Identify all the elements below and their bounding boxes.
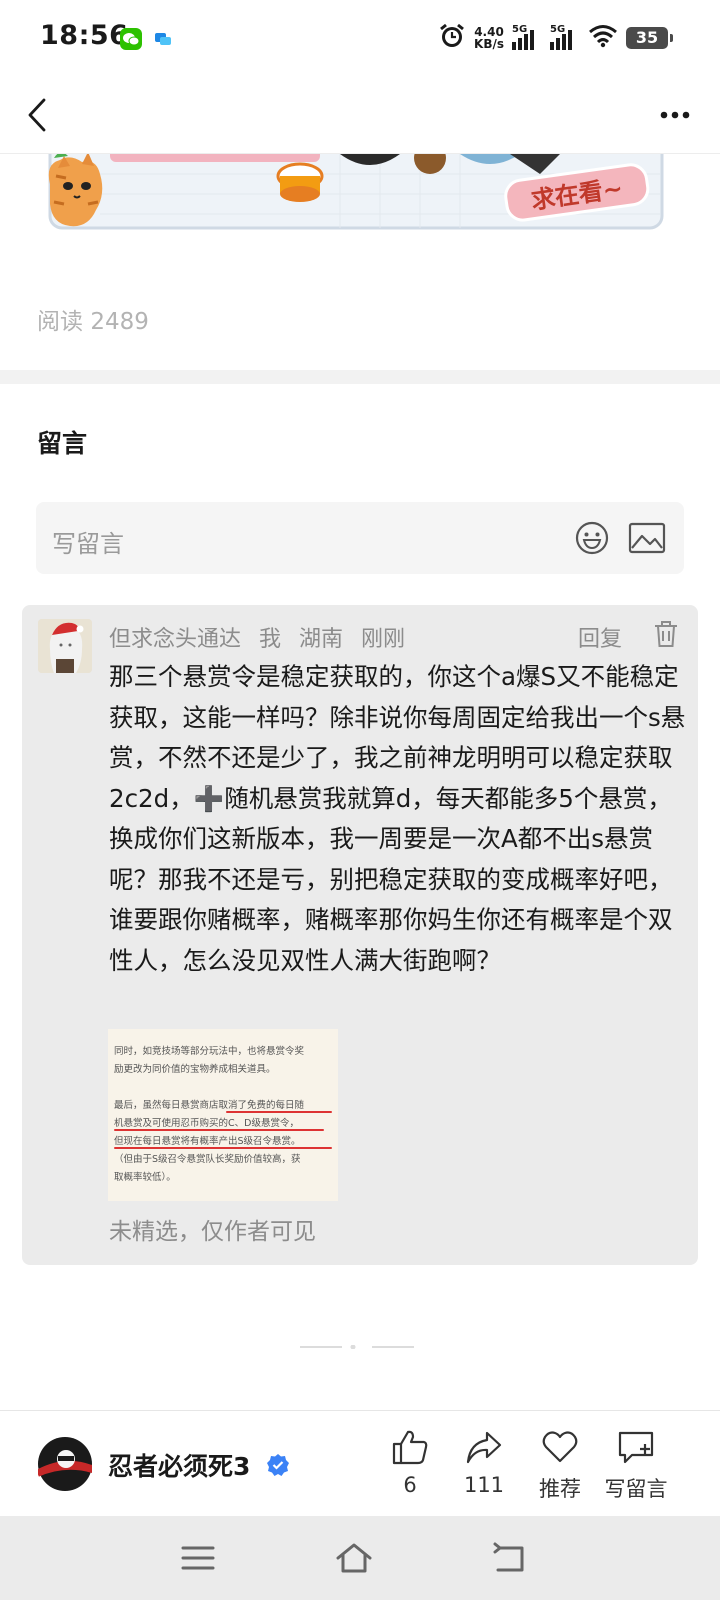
comment-text: 那三个悬赏令是稳定获取的，你这个a爆S又不能稳定获取，这能一样吗？除非说你每周固…	[109, 662, 686, 975]
write-comment-label: 写留言	[604, 1477, 668, 1501]
emoji-button[interactable]	[574, 520, 610, 556]
like-button[interactable]: 6	[370, 1429, 450, 1497]
author-bar: 忍者必须死3 6 111 推荐 写留言	[0, 1410, 720, 1516]
image-text-line: 机悬赏及可使用忍币购买的C、D级悬赏令，	[114, 1118, 299, 1129]
comment-input-placeholder: 写留言	[52, 530, 124, 558]
thumbs-up-icon	[392, 1430, 428, 1465]
signal-icon: 5G	[550, 24, 580, 50]
more-button[interactable]	[648, 98, 702, 132]
share-icon	[466, 1431, 502, 1464]
home-icon	[336, 1543, 372, 1573]
back-arrow-icon	[493, 1542, 524, 1572]
net-speed-unit: KB/s	[474, 37, 504, 51]
sim2-label: 5G	[550, 24, 566, 35]
red-underline	[114, 1147, 332, 1149]
comment-time: 刚刚	[361, 627, 406, 652]
app-notification-icon	[152, 28, 174, 50]
section-divider	[0, 370, 720, 384]
image-text-line: 励更改为同价值的宝物养成相关道具。	[114, 1064, 276, 1075]
share-count: 111	[463, 1473, 505, 1497]
like-count: 6	[403, 1473, 417, 1497]
image-icon	[628, 522, 666, 554]
red-underline	[114, 1129, 324, 1131]
comment-location: 湖南	[299, 627, 344, 652]
recommend-label: 推荐	[539, 1477, 581, 1501]
recommend-button[interactable]: 推荐	[520, 1429, 600, 1503]
read-count: 阅读 2489	[37, 302, 149, 336]
comment-item: 但求念头通达 我 湖南 刚刚 回复 那三个悬赏令是稳定获取的，你这个a爆S又不能…	[22, 605, 698, 1265]
image-text-line: 取概率较低）。	[114, 1172, 176, 1183]
nav-bar	[0, 76, 720, 154]
article-banner-image: 求在看~	[40, 132, 680, 246]
system-back-button[interactable]	[490, 1540, 530, 1576]
read-label: 阅读	[37, 309, 83, 335]
commenter-avatar[interactable]	[38, 619, 92, 673]
back-button[interactable]	[18, 90, 62, 140]
trash-icon	[655, 621, 677, 647]
image-text-line: 同时，如竞技场等部分玩法中，也将悬赏令奖	[114, 1046, 305, 1057]
share-button[interactable]: 111	[444, 1429, 524, 1497]
image-text-line: 但现在每日悬赏将有概率产出S级召令悬赏。	[114, 1136, 301, 1147]
emoji-icon	[575, 521, 609, 555]
status-time: 18:56	[40, 20, 129, 51]
home-button[interactable]	[334, 1540, 374, 1576]
image-button[interactable]	[628, 522, 666, 554]
author-avatar[interactable]	[36, 1435, 94, 1493]
comment-input[interactable]: 写留言	[36, 502, 684, 574]
author-name[interactable]: 忍者必须死3	[108, 1447, 250, 1483]
wifi-icon	[588, 24, 618, 52]
comments-section-title: 留言	[37, 429, 88, 458]
verified-icon	[266, 1453, 290, 1477]
chevron-left-icon	[28, 98, 46, 132]
status-bar: 18:56 4.40 KB/s 5G 5G 35	[0, 0, 720, 76]
sim1-label: 5G	[512, 24, 528, 35]
delete-button[interactable]	[652, 619, 680, 649]
menu-icon	[181, 1546, 215, 1570]
comment-author[interactable]: 但求念头通达	[109, 627, 241, 652]
system-navigation-bar	[0, 1516, 720, 1600]
list-end-indicator	[300, 1334, 422, 1350]
menu-button[interactable]	[178, 1540, 218, 1576]
alarm-icon	[438, 22, 466, 54]
red-underline	[226, 1111, 332, 1113]
write-comment-button[interactable]: 写留言	[596, 1429, 676, 1503]
battery-icon: 35	[626, 27, 673, 49]
net-speed: 4.40 KB/s	[474, 26, 504, 50]
more-dots-icon	[660, 111, 690, 119]
heart-icon	[542, 1431, 578, 1463]
comment-self-tag: 我	[259, 627, 282, 652]
comment-attached-image[interactable]: 同时，如竞技场等部分玩法中，也将悬赏令奖 励更改为同价值的宝物养成相关道具。 最…	[108, 1029, 338, 1201]
signal-icon: 5G	[512, 24, 542, 50]
comment-status-note: 未精选，仅作者可见	[109, 1219, 316, 1245]
image-text-line: （但由于S级召令悬赏队长奖励价值较高，获	[114, 1154, 301, 1165]
comment-meta: 但求念头通达 我 湖南 刚刚	[109, 621, 416, 653]
reply-button[interactable]: 回复	[578, 621, 622, 653]
image-text-line: 最后，虽然每日悬赏商店取消了免费的每日随	[114, 1100, 305, 1111]
read-count-value: 2489	[90, 309, 149, 335]
comment-add-icon	[618, 1431, 654, 1464]
wechat-icon	[120, 28, 142, 50]
